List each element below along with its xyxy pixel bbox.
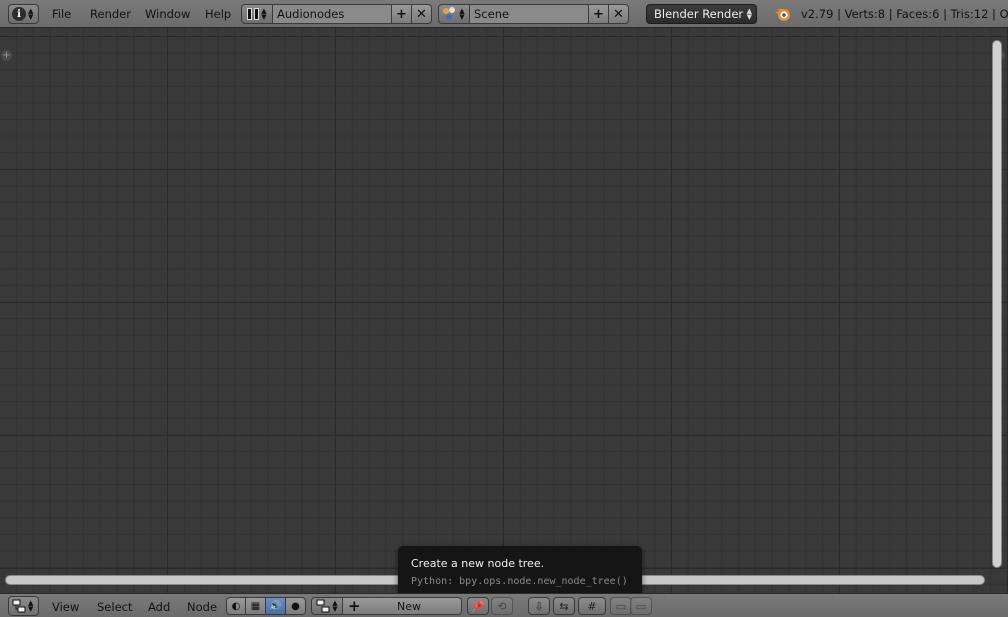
parent-icon: ⟲ [497, 599, 507, 613]
screen-layout-selector: ▲ ▼ Audionodes + ✕ [241, 4, 432, 24]
snap-mode-dropdown[interactable]: # [578, 597, 606, 615]
add-screen-button[interactable]: + [392, 4, 412, 24]
updown-arrows-icon: ▲ ▼ [28, 599, 34, 613]
screen-layout-icon [247, 8, 260, 20]
node-editor-canvas[interactable]: + + [0, 28, 1008, 593]
add-scene-button[interactable]: + [589, 4, 609, 24]
pin-button[interactable]: 📌 [467, 597, 489, 615]
menu-help[interactable]: Help [205, 7, 231, 21]
menu-add[interactable]: Add [148, 600, 170, 614]
compositing-icon: ● [291, 600, 300, 612]
tooltip-python: Python: bpy.ops.node.new_node_tree() [411, 576, 628, 587]
screen-name-field[interactable]: Audionodes [273, 4, 392, 24]
node-tree-selector: ▲ ▼ + New [311, 597, 462, 615]
texture-icon: ▦ [250, 600, 261, 612]
scene-selector: ▲ ▼ Scene + ✕ [438, 4, 629, 24]
go-parent-button[interactable]: ⟲ [491, 597, 513, 615]
info-header: i ▲ ▼ File Render Window Help ▲ ▼ Audionod… [0, 0, 1008, 28]
scene-icon [443, 7, 457, 21]
node-tree-browse-button[interactable]: ▲ ▼ [311, 597, 343, 615]
grid-snap-icon: # [587, 599, 597, 613]
paste-nodes-button[interactable]: ▭ [630, 597, 652, 615]
menu-file[interactable]: File [52, 7, 71, 21]
updown-arrows-icon: ▲ ▼ [459, 7, 465, 21]
render-engine-dropdown[interactable]: Blender Render ▲ ▼ [646, 4, 757, 24]
node-tree-path-button[interactable]: ⇩ [528, 597, 550, 615]
shader-tree-button[interactable]: ◐ [226, 597, 246, 615]
node-tree-icon [316, 599, 330, 613]
menu-render[interactable]: Render [90, 7, 131, 21]
tooltip: Create a new node tree. Python: bpy.ops.… [398, 546, 642, 599]
vertical-scrollbar[interactable] [992, 40, 1002, 568]
updown-arrows-icon: ▲ ▼ [28, 7, 34, 21]
pin-icon: 📌 [471, 599, 485, 613]
tree-type-selector: ◐ ▦ 🔊 ● [226, 597, 306, 615]
node-editor-icon [12, 599, 26, 613]
plus-icon: + [348, 597, 361, 615]
scene-browse-button[interactable]: ▲ ▼ [438, 4, 470, 24]
copy-nodes-button[interactable]: ▭ [610, 597, 632, 615]
remove-screen-button[interactable]: ✕ [412, 4, 432, 24]
new-node-tree-button[interactable]: + New [343, 597, 462, 615]
menu-select[interactable]: Select [97, 600, 132, 614]
copy-icon: ▭ [615, 599, 627, 613]
updown-arrows-icon: ▲ ▼ [261, 7, 267, 21]
node-editor-header: ▲ ▼ View Select Add Node ◐ ▦ 🔊 ● ▲ ▼ + New… [0, 593, 1008, 617]
auto-offset-button[interactable]: ⇆ [553, 597, 575, 615]
audio-tree-button[interactable]: 🔊 [266, 597, 286, 615]
render-engine-label: Blender Render [654, 7, 744, 21]
paste-icon: ▭ [635, 599, 647, 613]
updown-arrows-icon: ▲ ▼ [332, 599, 338, 613]
remove-scene-button[interactable]: ✕ [609, 4, 629, 24]
editor-type-selector[interactable]: i ▲ ▼ [8, 4, 39, 24]
screen-browse-button[interactable]: ▲ ▼ [241, 4, 273, 24]
texture-tree-button[interactable]: ▦ [246, 597, 266, 615]
editor-type-selector[interactable]: ▲ ▼ [8, 596, 39, 616]
speaker-icon: 🔊 [269, 600, 282, 612]
menu-view[interactable]: View [52, 600, 79, 614]
hierarchy-icon: ⇩ [534, 599, 544, 613]
scene-name-field[interactable]: Scene [470, 4, 589, 24]
blender-logo-icon [775, 9, 790, 21]
info-icon: i [12, 7, 26, 21]
updown-arrows-icon: ▲ ▼ [746, 7, 752, 21]
shader-icon: ◐ [231, 600, 241, 612]
compositing-tree-button[interactable]: ● [286, 597, 306, 615]
scene-statistics: v2.79 | Verts:8 | Faces:6 | Tris:12 | Ob… [801, 7, 1008, 21]
toolbar-expand-icon[interactable]: + [1, 50, 12, 61]
menu-window[interactable]: Window [145, 7, 190, 21]
auto-offset-icon: ⇆ [559, 599, 569, 613]
menu-node[interactable]: Node [187, 600, 217, 614]
new-button-label: New [397, 599, 421, 613]
tooltip-title: Create a new node tree. [411, 557, 545, 570]
